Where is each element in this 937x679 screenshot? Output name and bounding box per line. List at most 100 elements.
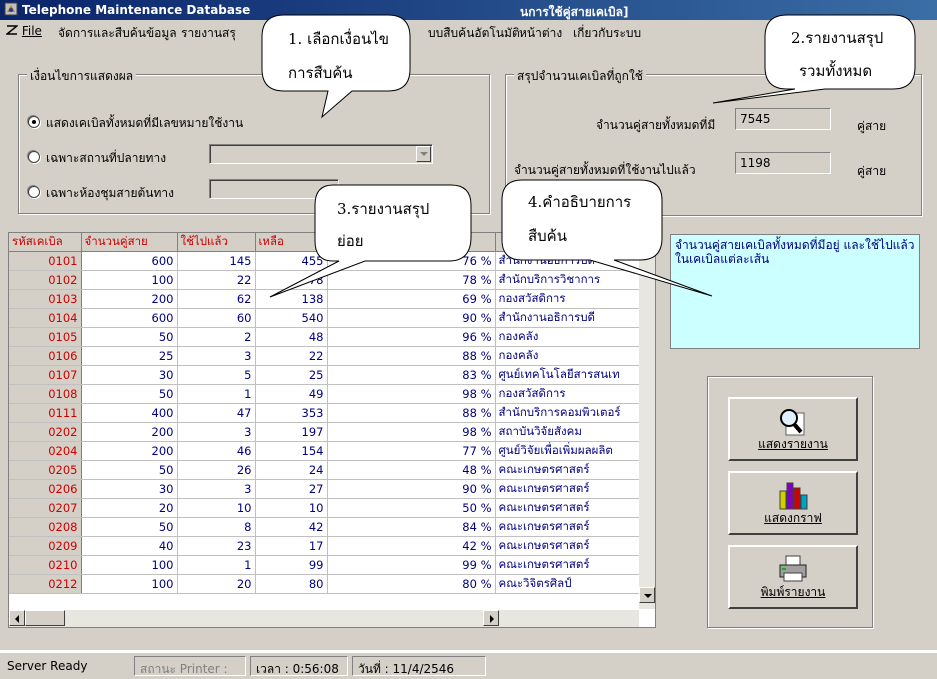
- cell-remaining: 48: [255, 327, 328, 347]
- cell-used: 10: [177, 498, 256, 518]
- menu-summary-report[interactable]: รายงานสรุ: [181, 24, 236, 43]
- scroll-left-button[interactable]: [9, 610, 25, 626]
- radio-show-all[interactable]: [28, 116, 40, 128]
- horizontal-scroll-thumb[interactable]: [25, 610, 65, 626]
- total-pairs-value: 7545: [735, 108, 831, 130]
- cable-data-grid[interactable]: รหัสเคเบิล จำนวนคู่สาย ใช้ไปแล้ว เหลือ 0…: [8, 232, 656, 628]
- scroll-right-button[interactable]: [483, 610, 499, 626]
- show-graph-button[interactable]: แสดงกราฟ: [728, 471, 858, 535]
- cell-total-pairs: 30: [81, 365, 178, 385]
- col-header-total-pairs[interactable]: จำนวนคู่สาย: [81, 233, 178, 252]
- table-row[interactable]: 0111 400 47 353 88 % สำนักบริการคอมพิวเตอร์: [9, 403, 642, 423]
- cell-cable-id: 0206: [9, 479, 82, 499]
- app-window: Telephone Maintenance Database นการใช้คู…: [0, 0, 937, 679]
- cell-total-pairs: 50: [81, 327, 178, 347]
- cell-used: 22: [177, 270, 256, 290]
- total-pairs-label: จำนวนคู่สายทั้งหมดที่มี: [596, 118, 716, 132]
- summary-group-title: สรุปจำนวนเคเบิลที่ถูกใช้: [514, 67, 646, 86]
- table-row[interactable]: 0207 20 10 10 50 % คณะเกษตรศาสตร์: [9, 498, 642, 518]
- cell-location: ศูนย์เทคโนโลยีสารสนเท: [495, 365, 642, 385]
- callout-3-line2: ย่อย: [337, 232, 364, 250]
- cell-location: กองสวัสดิการ: [495, 289, 642, 309]
- cell-cable-id: 0103: [9, 289, 82, 309]
- cell-remaining: 10: [255, 498, 328, 518]
- menu-manage-search[interactable]: จัดการและสืบค้นข้อมูล: [58, 24, 177, 43]
- cell-used: 3: [177, 479, 256, 499]
- grid-vertical-scrollbar[interactable]: [639, 233, 655, 609]
- cell-total-pairs: 20: [81, 498, 178, 518]
- table-row[interactable]: 0204 200 46 154 77 % ศูนย์วิจัยเพื่อเพิ่มผลผล…: [9, 441, 642, 461]
- cell-total-pairs: 600: [81, 251, 178, 271]
- cell-total-pairs: 30: [81, 479, 178, 499]
- cell-used: 20: [177, 574, 256, 594]
- col-header-cable-id[interactable]: รหัสเคเบิล: [9, 233, 82, 252]
- cell-total-pairs: 400: [81, 403, 178, 423]
- destination-combo[interactable]: [209, 144, 433, 164]
- cell-used: 46: [177, 441, 256, 461]
- cell-total-pairs: 50: [81, 460, 178, 480]
- grid-horizontal-scrollbar[interactable]: [9, 610, 639, 627]
- table-row[interactable]: 0209 40 23 17 42 % คณะเกษตรศาสตร์: [9, 536, 642, 556]
- table-row[interactable]: 0103 200 62 138 69 % กองสวัสดิการ: [9, 289, 642, 309]
- cell-remaining: 353: [255, 403, 328, 423]
- scroll-down-button[interactable]: [639, 587, 655, 603]
- cell-location: คณะเกษตรศาสตร์: [495, 479, 642, 499]
- cell-location: คณะเกษตรศาสตร์: [495, 536, 642, 556]
- menu-file[interactable]: File: [4, 24, 42, 38]
- cable-table: รหัสเคเบิล จำนวนคู่สาย ใช้ไปแล้ว เหลือ 0…: [9, 233, 642, 594]
- cell-cable-id: 0210: [9, 555, 82, 575]
- cell-cable-id: 0208: [9, 517, 82, 537]
- bar-chart-icon: [779, 482, 808, 510]
- menu-about[interactable]: เกี่ยวกับระบบ: [573, 24, 641, 43]
- radio-source-exchange[interactable]: [28, 186, 40, 198]
- cell-used: 1: [177, 555, 256, 575]
- cell-total-pairs: 100: [81, 574, 178, 594]
- total-pairs-unit: คู่สาย: [857, 119, 887, 133]
- print-report-button[interactable]: พิมพ์รายงาน: [728, 545, 858, 609]
- cell-used: 145: [177, 251, 256, 271]
- cell-percent: 84 %: [327, 517, 496, 537]
- table-row[interactable]: 0210 100 1 99 99 % คณะเกษตรศาสตร์: [9, 555, 642, 575]
- table-row[interactable]: 0205 50 26 24 48 % คณะเกษตรศาสตร์: [9, 460, 642, 480]
- cell-remaining: 540: [255, 308, 328, 328]
- cell-percent: 77 %: [327, 441, 496, 461]
- menu-window[interactable]: หน้าต่าง: [519, 24, 562, 43]
- cell-percent: 99 %: [327, 555, 496, 575]
- cell-percent: 88 %: [327, 346, 496, 366]
- table-row[interactable]: 0202 200 3 197 98 % สถาบันวิจัยสังคม: [9, 422, 642, 442]
- cell-cable-id: 0204: [9, 441, 82, 461]
- cell-total-pairs: 100: [81, 555, 178, 575]
- combo-dropdown-button[interactable]: [416, 146, 431, 162]
- cell-used: 2: [177, 327, 256, 347]
- table-row[interactable]: 0106 25 3 22 88 % กองคลัง: [9, 346, 642, 366]
- table-row[interactable]: 0107 30 5 25 83 % ศูนย์เทคโนโลยีสารสนเท: [9, 365, 642, 385]
- table-row[interactable]: 0212 100 20 80 80 % คณะวิจิตรศิลป์: [9, 574, 642, 594]
- cell-total-pairs: 600: [81, 308, 178, 328]
- cell-location: ศูนย์วิจัยเพื่อเพิ่มผลผลิต: [495, 441, 642, 461]
- table-row[interactable]: 0108 50 1 49 98 % กองสวัสดิการ: [9, 384, 642, 404]
- cell-remaining: 138: [255, 289, 328, 309]
- cell-cable-id: 0202: [9, 422, 82, 442]
- cell-used: 5: [177, 365, 256, 385]
- table-row[interactable]: 0105 50 2 48 96 % กองคลัง: [9, 327, 642, 347]
- cell-cable-id: 0212: [9, 574, 82, 594]
- radio-destination[interactable]: [28, 151, 40, 163]
- table-row[interactable]: 0206 30 3 27 90 % คณะเกษตรศาสตร์: [9, 479, 642, 499]
- menu-auto-search[interactable]: บบสืบค้นอัตโนมัติ: [428, 24, 520, 43]
- show-report-button[interactable]: แสดงรายงาน: [728, 397, 858, 461]
- table-row[interactable]: 0208 50 8 42 84 % คณะเกษตรศาสตร์: [9, 517, 642, 537]
- col-header-used[interactable]: ใช้ไปแล้ว: [177, 233, 256, 252]
- cell-remaining: 24: [255, 460, 328, 480]
- status-time: เวลา : 0:56:08: [250, 656, 348, 676]
- cell-remaining: 42: [255, 517, 328, 537]
- cell-location: กองคลัง: [495, 346, 642, 366]
- callout-4-line1: 4.คำอธิบายการ: [528, 193, 632, 211]
- used-pairs-unit: คู่สาย: [857, 164, 887, 178]
- printer-icon: [779, 555, 807, 582]
- status-bar: Server Ready สถานะ Printer : เวลา : 0:56…: [0, 652, 937, 679]
- table-row[interactable]: 0104 600 60 540 90 % สำนักงานอธิการบดี: [9, 308, 642, 328]
- cell-cable-id: 0108: [9, 384, 82, 404]
- cell-total-pairs: 200: [81, 422, 178, 442]
- cell-percent: 98 %: [327, 384, 496, 404]
- radio-show-all-label: แสดงเคเบิลทั้งหมดที่มีเลขหมายใช้งาน: [46, 116, 244, 130]
